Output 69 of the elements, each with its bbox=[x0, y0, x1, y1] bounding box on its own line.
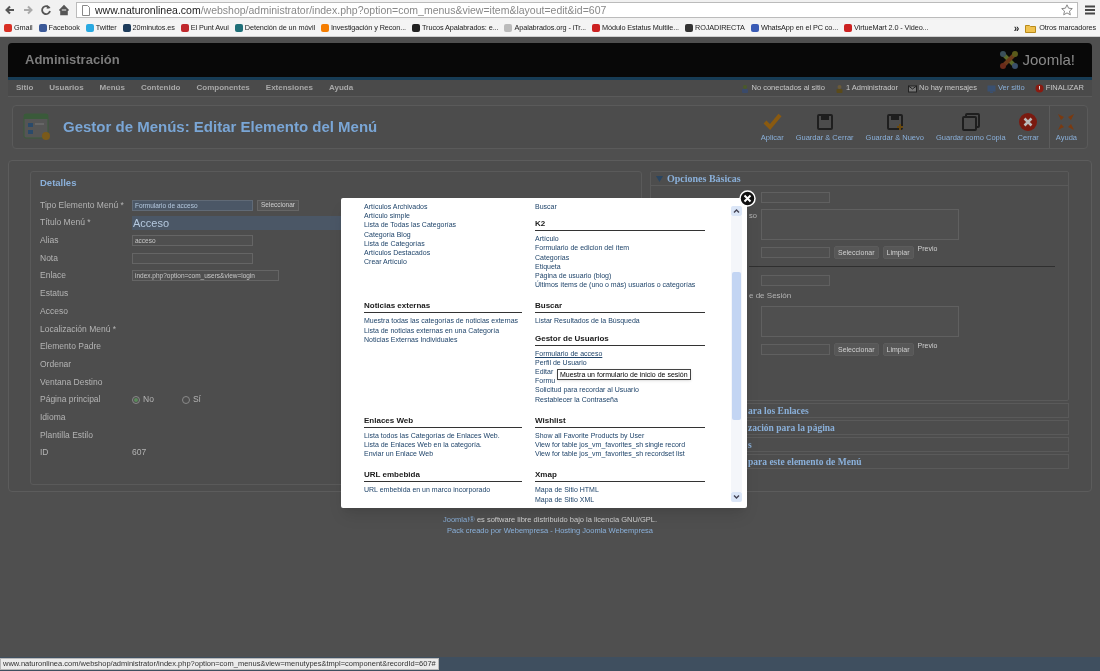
field-label: ID bbox=[40, 446, 50, 460]
close-icon[interactable] bbox=[739, 190, 756, 207]
logo-text: Joomla! bbox=[1022, 49, 1075, 70]
group-heading: Gestor de Usuarios bbox=[535, 333, 705, 346]
menu-item[interactable]: Menús bbox=[99, 82, 125, 94]
field-label: Enlace bbox=[40, 269, 67, 283]
input-field[interactable]: Acceso bbox=[132, 215, 341, 230]
scroll-thumb[interactable] bbox=[732, 272, 741, 420]
field-label: Elemento Padre bbox=[40, 340, 102, 353]
scroll-down-icon bbox=[731, 492, 742, 502]
floppy-icon bbox=[814, 112, 835, 133]
radio-option[interactable]: No bbox=[132, 393, 154, 407]
field-label: Título Menú * bbox=[40, 216, 92, 230]
fieldset-legend: Detalles bbox=[40, 176, 641, 191]
menu-manager-icon bbox=[23, 113, 51, 141]
user-icon bbox=[740, 83, 750, 93]
menu-item[interactable]: Sitio bbox=[16, 82, 34, 94]
group-heading: URL embebida bbox=[364, 470, 522, 483]
more-bookmarks-button[interactable]: » bbox=[1013, 20, 1020, 36]
field-label: Ordenar bbox=[40, 357, 73, 371]
group-heading: Noticias externas bbox=[364, 301, 522, 314]
scrollbar[interactable] bbox=[731, 206, 742, 502]
field-label: Tipo Elemento Menú * bbox=[40, 198, 125, 212]
monitor-icon bbox=[986, 83, 996, 93]
field-label: Plantilla Estilo bbox=[40, 428, 94, 442]
envelope-icon bbox=[908, 83, 917, 93]
field-label: Acceso bbox=[40, 304, 69, 318]
forward-icon bbox=[22, 4, 34, 16]
input-field[interactable] bbox=[132, 252, 253, 264]
field-label: Ventana Destino bbox=[40, 375, 104, 389]
group-heading: Wishlist bbox=[535, 415, 705, 428]
user-icon bbox=[834, 83, 844, 93]
field-label: Estatus bbox=[40, 287, 70, 300]
logo-icon bbox=[999, 50, 1020, 70]
folder-icon bbox=[1025, 23, 1037, 33]
logout-icon bbox=[1034, 83, 1044, 93]
floppy-icon bbox=[960, 112, 981, 133]
field-label: Alias bbox=[40, 234, 60, 247]
menu-item[interactable]: Contenido bbox=[140, 82, 181, 94]
home-icon bbox=[58, 4, 70, 16]
field-label: Nota bbox=[40, 251, 59, 265]
page-icon bbox=[81, 4, 91, 16]
lifebuoy-icon bbox=[1056, 112, 1077, 133]
back-icon bbox=[4, 4, 16, 16]
menu-item[interactable]: Componentes bbox=[196, 82, 250, 94]
expand-arrow-icon bbox=[656, 175, 663, 182]
address-field[interactable]: www.naturonlinea.com/webshop/administrator/index.php?option=com_menus&view=item&layout=edit&id=607 bbox=[76, 2, 1078, 18]
group-heading: Xmap bbox=[535, 470, 705, 483]
star-icon bbox=[1061, 4, 1073, 16]
admin-title: Administración bbox=[25, 51, 120, 70]
field-label: e de Sesión bbox=[749, 290, 793, 302]
field-value: 607 bbox=[132, 446, 147, 460]
field-label: Idioma bbox=[40, 410, 67, 424]
close-icon bbox=[1018, 112, 1039, 133]
reload-icon bbox=[40, 4, 52, 16]
menu-item[interactable]: Extensiones bbox=[265, 82, 313, 94]
floppy-icon bbox=[884, 112, 905, 133]
field-label: Localización Menú * bbox=[40, 322, 118, 336]
group-heading: K2 bbox=[535, 219, 705, 232]
menu-item[interactable]: Usuarios bbox=[49, 82, 84, 94]
page-title: Gestor de Menús: Editar Elemento del Menú bbox=[63, 116, 378, 137]
section-title: Opciones Básicas bbox=[667, 172, 741, 186]
menu-icon bbox=[1084, 4, 1096, 16]
radio-option[interactable]: Sí bbox=[181, 393, 201, 407]
field-label: Página principal bbox=[40, 393, 102, 407]
group-heading: Buscar bbox=[535, 301, 705, 314]
scroll-up-icon bbox=[731, 206, 742, 216]
group-heading: Enlaces Web bbox=[364, 415, 522, 428]
menu-item[interactable]: Ayuda bbox=[328, 82, 354, 94]
